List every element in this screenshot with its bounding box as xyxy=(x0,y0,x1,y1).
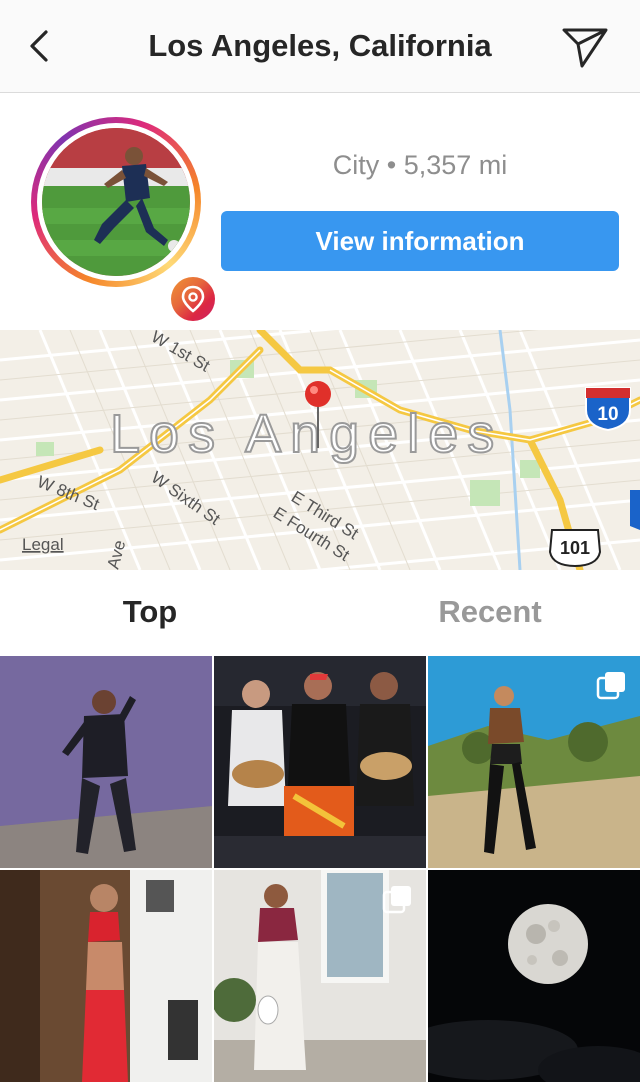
paper-plane-icon[interactable] xyxy=(560,24,610,68)
carousel-icon xyxy=(382,886,411,914)
avatar[interactable] xyxy=(31,117,219,325)
photo-grid xyxy=(0,656,640,1083)
shield-101-label: 101 xyxy=(560,538,590,558)
shield-10-label: 10 xyxy=(597,404,618,425)
location-pin-icon xyxy=(167,273,219,325)
view-information-button[interactable]: View information xyxy=(221,211,619,271)
grid-post[interactable] xyxy=(428,656,640,868)
grid-post[interactable] xyxy=(214,656,426,868)
tab-top[interactable]: Top xyxy=(0,594,300,630)
map-city-label: Los Angeles xyxy=(110,404,503,464)
us-101-shield: 101 xyxy=(548,529,602,568)
grid-post[interactable] xyxy=(214,870,426,1082)
tab-recent[interactable]: Recent xyxy=(340,594,640,630)
grid-post[interactable] xyxy=(428,870,640,1082)
top-bar: Los Angeles, California xyxy=(0,0,640,93)
avatar-image xyxy=(42,128,190,276)
location-map[interactable]: 10 101 Los Angeles W 1st St W 8th St W S… xyxy=(0,330,640,570)
carousel-icon xyxy=(596,672,625,700)
grid-post[interactable] xyxy=(0,656,212,868)
legal-link[interactable]: Legal xyxy=(22,535,64,554)
map-canvas: 10 101 Los Angeles W 1st St W 8th St W S… xyxy=(0,330,640,570)
grid-post[interactable] xyxy=(0,870,212,1082)
location-meta: City • 5,357 mi xyxy=(332,150,508,180)
feed-tabs: Top Recent xyxy=(0,570,640,656)
interstate-10-shield: 10 xyxy=(585,387,631,432)
location-header: City • 5,357 mi View information xyxy=(0,94,640,330)
page-title: Los Angeles, California xyxy=(148,28,492,63)
